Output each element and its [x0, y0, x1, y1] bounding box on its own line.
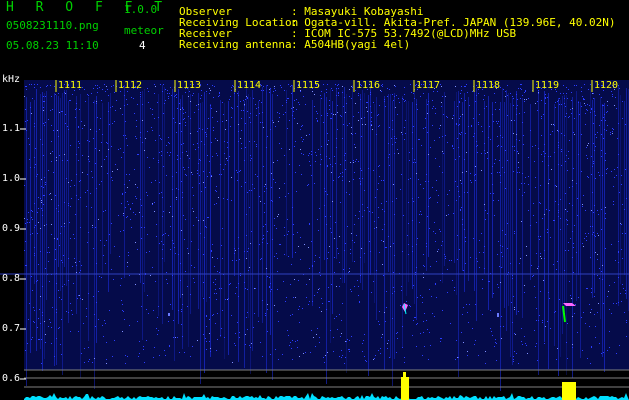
freq-tick-0-7: 0.7: [2, 323, 21, 334]
level-spike-2: [562, 382, 576, 400]
spectrogram: [0, 0, 629, 400]
time-tick-1117: 1117: [416, 80, 441, 91]
filename: 0508231110.png: [6, 19, 99, 32]
freq-tick-0-8: 0.8: [2, 273, 21, 284]
meteor-echo-4: [168, 313, 170, 316]
antenna-value: : A504HB(yagi 4el): [291, 38, 411, 51]
time-tick-1111: 1111: [58, 80, 83, 91]
time-tick-1120: 1120: [594, 80, 619, 91]
freq-tick-0-9: 0.9: [2, 223, 21, 234]
time-tick-1113: 1113: [177, 80, 202, 91]
meteor-count: 4: [139, 39, 146, 52]
antenna-label: Receiving antenna: [179, 38, 292, 51]
time-tick-1114: 1114: [237, 80, 262, 91]
freq-tick-0-6: 0.6: [2, 373, 21, 384]
freq-tick-1-1: 1.1: [2, 123, 21, 134]
time-tick-1116: 1116: [356, 80, 381, 91]
datetime: 05.08.23 11:10: [6, 39, 99, 52]
freq-unit-label: kHz: [2, 74, 21, 85]
time-tick-1115: 1115: [296, 80, 321, 91]
app-version: 1.0.0: [124, 3, 158, 16]
time-tick-1119: 1119: [535, 80, 560, 91]
time-tick-1112: 1112: [118, 80, 143, 91]
hrofft-window: H R O F F T 1.0.0 0508231110.png 05.08.2…: [0, 0, 629, 400]
meteor-label: meteor: [124, 24, 164, 37]
time-tick-1118: 1118: [476, 80, 501, 91]
meteor-echo-3: [497, 313, 499, 317]
freq-tick-1-0: 1.0: [2, 173, 21, 184]
